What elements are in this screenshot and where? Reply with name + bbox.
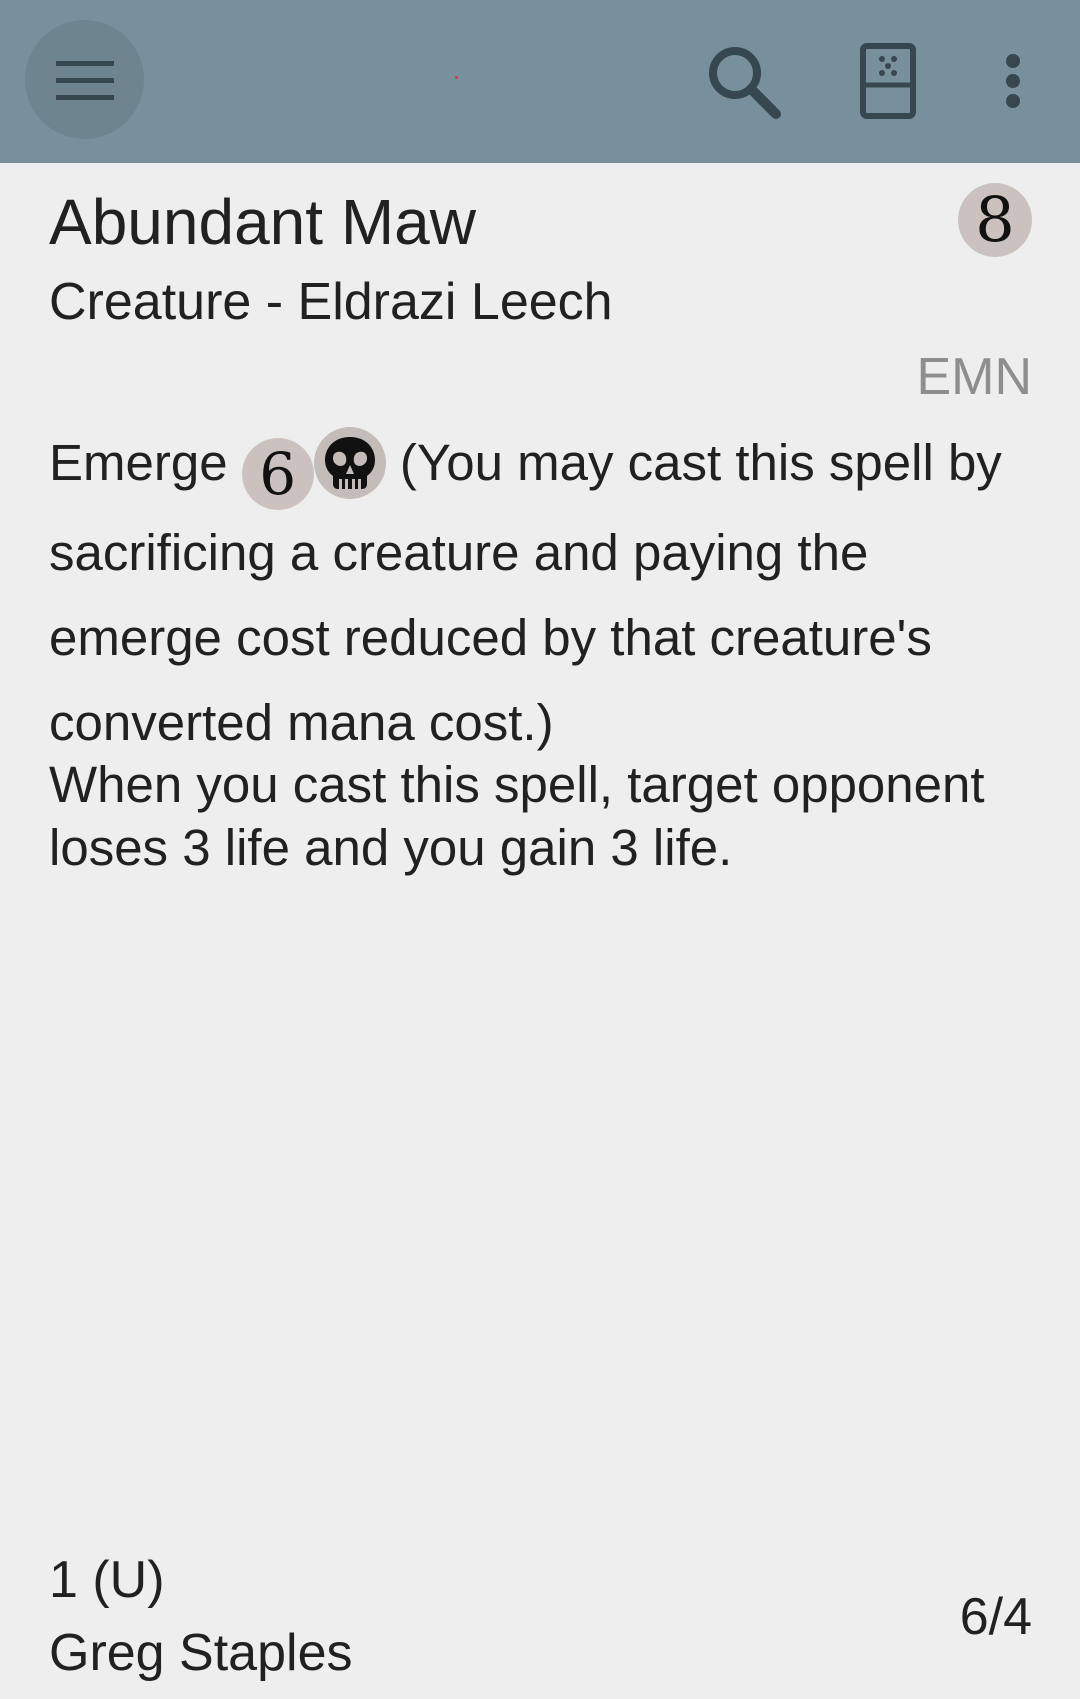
card-name: Abundant Maw	[49, 186, 476, 258]
mana-cost-symbol: 8	[958, 183, 1032, 257]
card-rarity: 1 (U)	[49, 1551, 165, 1609]
generic-mana-symbol: 6	[241, 438, 314, 510]
random-card-icon	[860, 43, 916, 119]
indicator-dot	[455, 76, 458, 79]
rules-text: Emerge 6 (You may cast this spell by sac…	[49, 420, 1039, 879]
search-button[interactable]	[698, 36, 788, 126]
more-vertical-icon	[1006, 54, 1020, 108]
power-toughness: 6/4	[959, 1588, 1032, 1646]
app-bar	[0, 0, 1080, 163]
card-artist: Greg Staples	[49, 1624, 353, 1682]
hamburger-menu-icon	[55, 60, 114, 100]
menu-button[interactable]	[25, 20, 144, 139]
more-options-button[interactable]	[968, 36, 1058, 126]
ability-text: When you cast this spell, target opponen…	[49, 756, 985, 876]
mana-cost-value: 8	[975, 183, 1015, 256]
card-type-line: Creature - Eldrazi Leech	[49, 273, 613, 331]
random-card-button[interactable]	[843, 36, 933, 126]
search-icon	[709, 47, 781, 119]
set-code: EMN	[916, 348, 1032, 406]
emerge-paragraph: Emerge 6 (You may cast this spell by sac…	[49, 420, 1039, 765]
emerge-keyword: Emerge	[49, 434, 228, 491]
generic-mana-value: 6	[259, 440, 297, 508]
black-mana-skull-icon	[313, 427, 386, 499]
